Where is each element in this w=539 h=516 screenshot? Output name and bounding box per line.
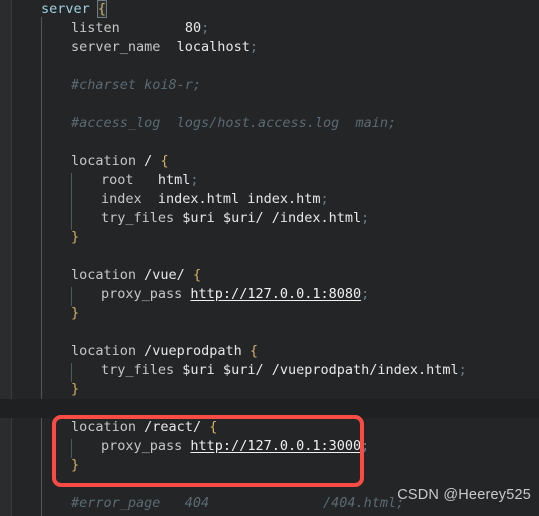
code-line[interactable]: [0, 247, 539, 266]
code-line[interactable]: [0, 95, 539, 114]
code-line[interactable]: }: [0, 380, 539, 399]
code-token-dir: try_files: [101, 362, 175, 378]
code-token-punc: ;: [361, 438, 370, 454]
code-token-punc: ;: [458, 362, 467, 378]
code-editor-screenshot: server {listen 80; server_name localhost;…: [0, 0, 539, 516]
code-token-punc: ;: [249, 39, 258, 55]
code-token-val: localhost: [176, 39, 250, 55]
code-line[interactable]: try_files $uri $uri/ /index.html;: [0, 209, 539, 228]
code-line[interactable]: }: [0, 228, 539, 247]
code-line[interactable]: location /vueprodpath {: [0, 342, 539, 361]
code-line[interactable]: proxy_pass http://127.0.0.1:3000;: [0, 437, 539, 456]
indent-guide-level-2: [71, 363, 72, 382]
watermark-text: CSDN @Heerey525: [397, 487, 531, 503]
indent-guide-level-2: [71, 192, 72, 211]
code-token-dir: location: [71, 153, 137, 169]
code-line[interactable]: [0, 57, 539, 76]
code-token-dir: location: [71, 343, 137, 359]
code-token-dir: try_files: [101, 210, 175, 226]
code-token-dir: proxy_pass: [101, 286, 183, 302]
code-token-brace: {: [160, 153, 169, 169]
code-line[interactable]: proxy_pass http://127.0.0.1:8080;: [0, 285, 539, 304]
code-line[interactable]: [0, 399, 539, 418]
code-line[interactable]: try_files $uri $uri/ /vueprodpath/index.…: [0, 361, 539, 380]
code-line[interactable]: index index.html index.htm;: [0, 190, 539, 209]
code-token-brace: }: [71, 305, 80, 321]
code-line[interactable]: listen 80;: [0, 19, 539, 38]
code-token-punc: ;: [361, 210, 370, 226]
code-content[interactable]: server {listen 80; server_name localhost;…: [0, 0, 539, 516]
code-line[interactable]: [0, 323, 539, 342]
code-line[interactable]: location / {: [0, 152, 539, 171]
code-token-url: http://127.0.0.1:3000: [190, 438, 362, 454]
code-token-dir: proxy_pass: [101, 438, 183, 454]
code-token-var: $uri $uri/ /vueprodpath/index.html: [182, 362, 459, 378]
code-line[interactable]: server {: [0, 0, 539, 19]
code-token-brace: {: [192, 267, 202, 283]
code-token-com: #charset koi8-r;: [71, 77, 202, 93]
code-token-dir: server_name: [71, 39, 161, 55]
code-token-punc: ;: [320, 191, 329, 207]
code-line[interactable]: server_name localhost;: [0, 38, 539, 57]
indent-guide-level-2: [71, 173, 72, 192]
code-token-brace: {: [209, 419, 218, 435]
code-token-brace: }: [71, 457, 80, 473]
code-line[interactable]: root html;: [0, 171, 539, 190]
code-line[interactable]: #charset koi8-r;: [0, 76, 539, 95]
code-line[interactable]: location /vue/ {: [0, 266, 539, 285]
code-token-val: 80: [184, 20, 202, 36]
code-token-brace: {: [249, 343, 258, 359]
indent-guide-level-2: [71, 211, 72, 230]
code-token-brace: }: [71, 381, 80, 397]
code-token-brace: }: [71, 229, 80, 245]
code-token-val: index.html index.htm: [157, 191, 321, 207]
code-token-dir: location: [71, 267, 137, 283]
code-token-dir: index: [101, 191, 142, 207]
code-token-punc: ;: [201, 20, 210, 36]
code-line[interactable]: #access_log logs/host.access.log main;: [0, 114, 539, 133]
code-token-url: http://127.0.0.1:8080: [190, 286, 362, 302]
indent-guide-level-2: [71, 287, 72, 306]
code-token-dir: location: [71, 419, 137, 435]
code-token-punc: ;: [361, 286, 370, 302]
code-token-val: html: [157, 172, 191, 188]
bracket-match-highlight: {: [96, 0, 108, 18]
code-token-com: #access_log logs/host.access.log main;: [71, 115, 397, 131]
code-token-ctx: server: [41, 1, 90, 17]
code-token-var: $uri $uri/ /index.html: [182, 210, 362, 226]
code-line[interactable]: }: [0, 456, 539, 475]
code-token-dir: root: [101, 172, 134, 188]
code-line[interactable]: }: [0, 304, 539, 323]
indent-guide-level-2: [71, 439, 72, 458]
code-line[interactable]: [0, 133, 539, 152]
code-token-dir: listen: [71, 20, 120, 36]
code-token-punc: ;: [190, 172, 199, 188]
code-token-path: /vue/: [144, 267, 185, 283]
code-line[interactable]: location /react/ {: [0, 418, 539, 437]
code-token-com: #error_page 404 /404.html;: [71, 495, 405, 511]
code-token-path: /react/: [144, 419, 202, 435]
code-token-path: /vueprodpath: [144, 343, 242, 359]
